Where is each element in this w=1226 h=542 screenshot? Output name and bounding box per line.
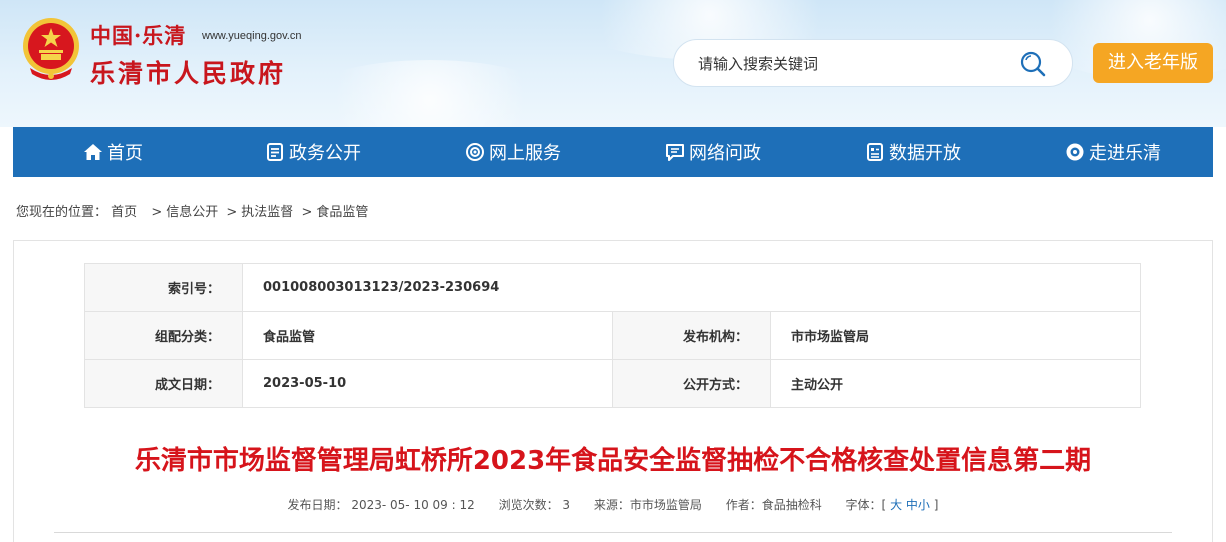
breadcrumb-separator: >: [151, 205, 163, 220]
article-title: 乐清市市场监督管理局虹桥所2023年食品安全监督抽检不合格核查处置信息第二期: [134, 446, 1092, 476]
breadcrumb-item-home[interactable]: 首页: [111, 205, 137, 220]
meta-row: 组配分类： 食品监管 发布机构： 市市场监管局: [84, 311, 1141, 360]
nav-item-home[interactable]: 首页: [13, 127, 213, 177]
breadcrumb: 您现在的位置： 首页 > 信息公开 > 执法监督 > 食品监管: [16, 201, 368, 220]
home-icon: [84, 144, 102, 160]
message-icon: [666, 144, 684, 161]
category-label: 组配分类：: [84, 311, 243, 360]
font-large-button[interactable]: 大: [890, 498, 902, 512]
font-size-close: ]: [933, 498, 939, 512]
article-author: 作者：食品抽检科: [725, 498, 822, 512]
eye-icon: [1066, 143, 1084, 161]
search-box: [673, 39, 1073, 87]
document-meta-table: 索引号： 001008003013123/2023-230694 组配分类： 食…: [84, 263, 1141, 408]
nav-item-online-service[interactable]: 网上服务: [413, 127, 613, 177]
breadcrumb-prefix: 您现在的位置：: [16, 205, 108, 220]
breadcrumb-item-enforcement[interactable]: 执法监督: [241, 205, 293, 220]
publisher-value: 市市场监管局: [770, 311, 1141, 360]
publisher-label: 发布机构：: [612, 311, 771, 360]
article-info-bar: 发布日期： 2023- 05- 10 09 : 12 浏览次数： 3 来源：市市…: [0, 496, 1226, 513]
font-size-switcher: 字体：[ 大 中小 ]: [846, 498, 939, 512]
cloud-decoration: [300, 60, 560, 127]
breadcrumb-separator: >: [226, 205, 238, 220]
site-name-logo[interactable]: 乐清市人民政府: [90, 54, 286, 90]
font-size-label: 字体：[: [845, 498, 887, 512]
site-cn-logo: 中国·乐清: [90, 23, 187, 48]
national-emblem-icon[interactable]: [20, 16, 82, 82]
article-source: 来源：市市场监管局: [593, 498, 702, 512]
font-small-button[interactable]: 小: [918, 498, 930, 512]
site-header: 中国·乐清 www.yueqing.gov.cn 乐清市人民政府 进入老年版: [0, 0, 1226, 127]
search-input[interactable]: [698, 52, 998, 76]
data-icon: [867, 143, 883, 161]
nav-item-label: 首页: [107, 143, 143, 164]
index-value: 001008003013123/2023-230694: [242, 263, 1141, 312]
date-value: 2023-05-10: [242, 359, 613, 408]
meta-row: 成文日期： 2023-05-10 公开方式： 主动公开: [84, 359, 1141, 408]
breadcrumb-item-food[interactable]: 食品监管: [316, 205, 368, 220]
site-url: www.yueqing.gov.cn: [202, 30, 302, 42]
date-label: 成文日期：: [84, 359, 243, 408]
nav-item-open-data[interactable]: 数据开放: [813, 127, 1013, 177]
open-method-label: 公开方式：: [612, 359, 771, 408]
index-label: 索引号：: [84, 263, 243, 312]
font-medium-button[interactable]: 中: [906, 498, 918, 512]
service-icon: [466, 143, 484, 161]
nav-item-gov-affairs[interactable]: 政务公开: [213, 127, 413, 177]
main-nav: 首页 政务公开 网上服务 网络问政 数据开放 走进乐清: [13, 127, 1213, 177]
search-icon[interactable]: [1018, 49, 1048, 79]
view-count: 浏览次数： 3: [498, 498, 571, 512]
nav-item-online-inquiry[interactable]: 网络问政: [613, 127, 813, 177]
open-method-value: 主动公开: [770, 359, 1141, 408]
nav-item-about-yueqing[interactable]: 走进乐清: [1013, 127, 1213, 177]
nav-item-label: 走进乐清: [1089, 143, 1161, 164]
publish-date: 发布日期： 2023- 05- 10 09 : 12: [287, 498, 475, 512]
category-value: 食品监管: [242, 311, 613, 360]
nav-item-label: 网上服务: [489, 143, 561, 164]
nav-item-label: 政务公开: [289, 143, 361, 164]
document-icon: [267, 143, 283, 161]
breadcrumb-separator: >: [301, 205, 313, 220]
nav-item-label: 数据开放: [889, 143, 961, 164]
meta-row: 索引号： 001008003013123/2023-230694: [84, 263, 1141, 312]
article-divider: [54, 532, 1172, 533]
nav-item-label: 网络问政: [689, 143, 761, 164]
elder-mode-button[interactable]: 进入老年版: [1093, 43, 1213, 83]
breadcrumb-item-info[interactable]: 信息公开: [166, 205, 218, 220]
